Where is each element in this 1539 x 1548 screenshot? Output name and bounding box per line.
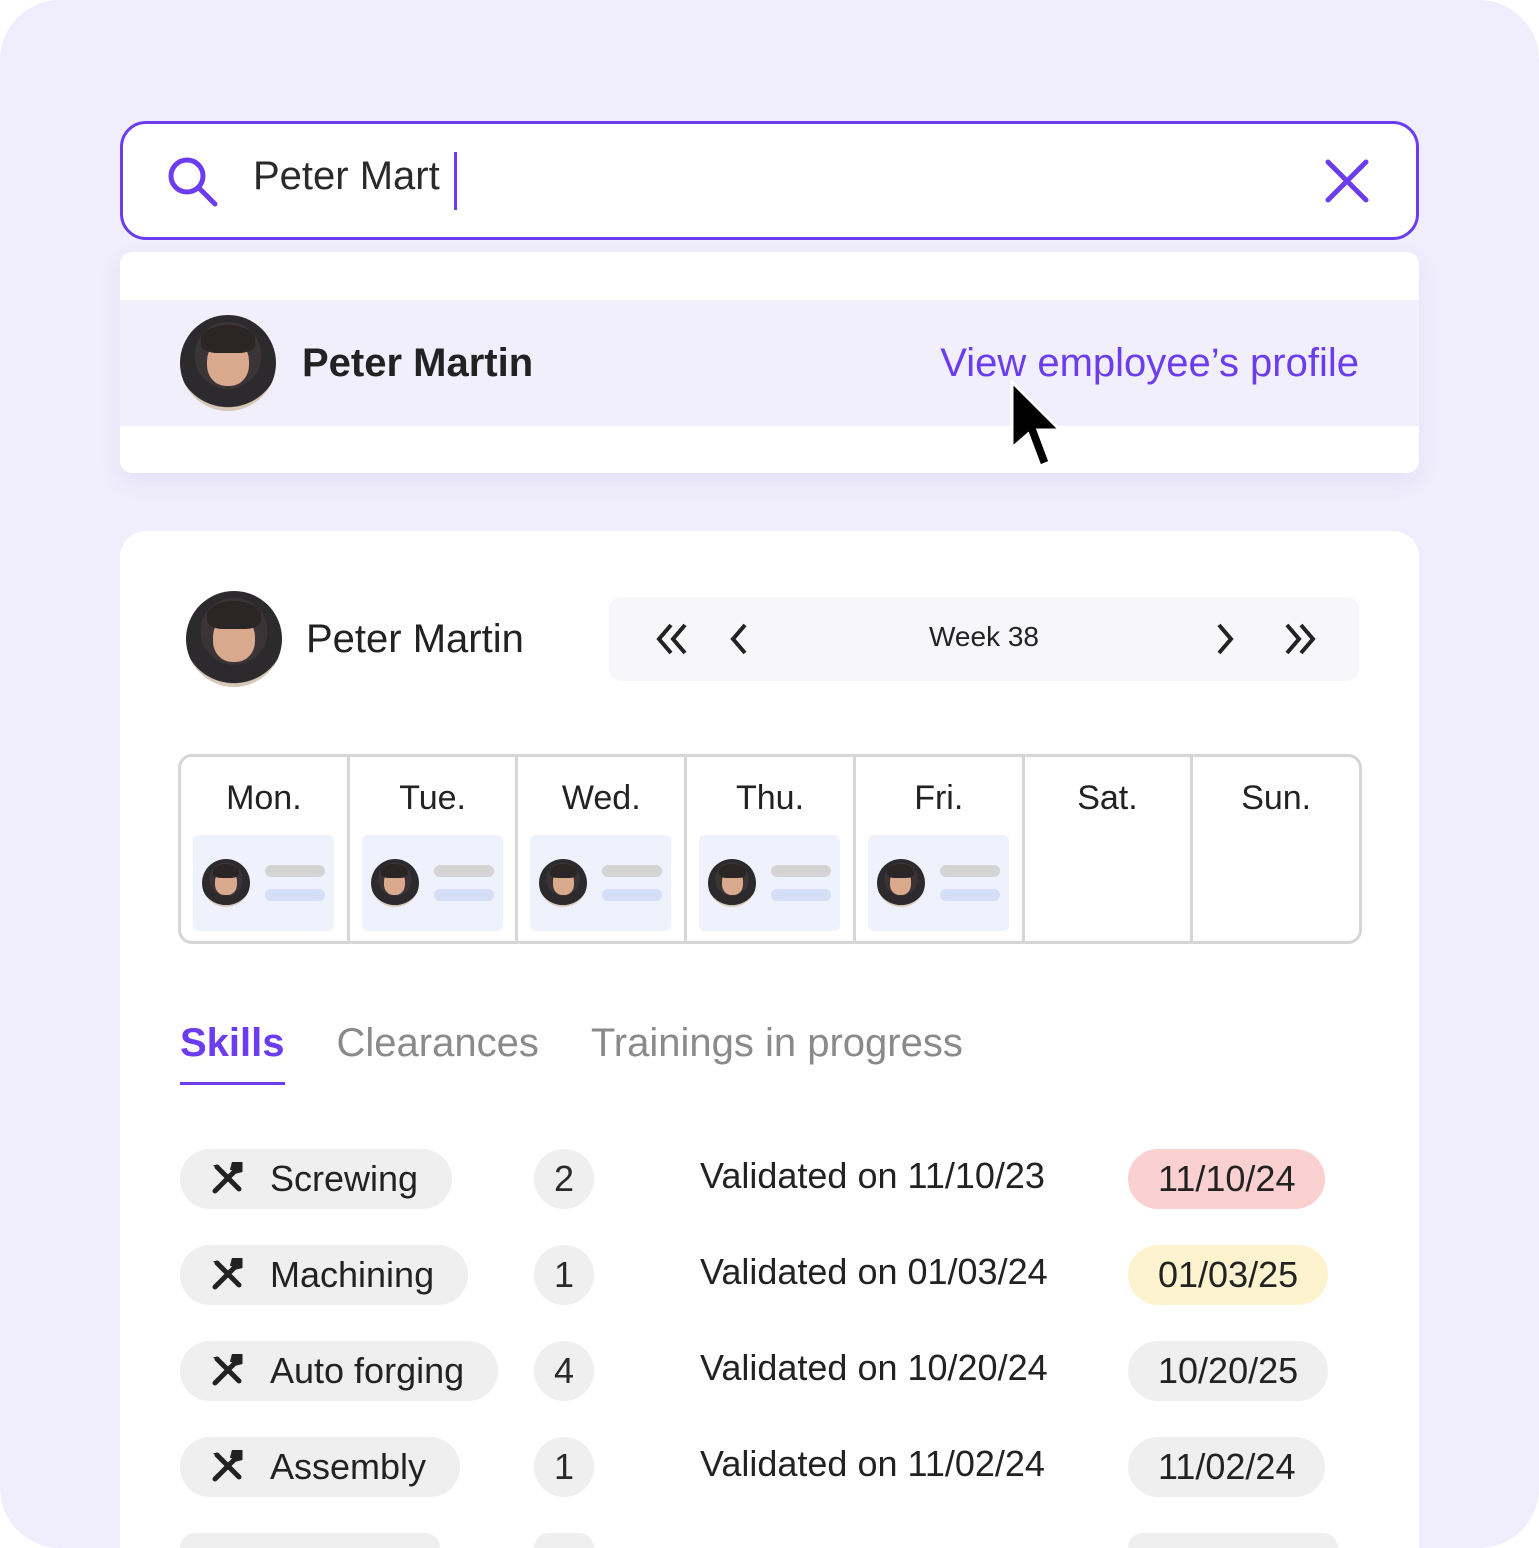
week-calendar: Mon. Tue. Wed. Thu. Fri. Sat. Sun. [178, 754, 1362, 944]
avatar [186, 591, 282, 687]
placeholder-line [265, 865, 325, 877]
chevrons-right-icon[interactable] [1283, 619, 1319, 659]
skill-chip[interactable]: Screwing [180, 1149, 453, 1209]
day-label: Fri. [914, 779, 964, 817]
validation-date: Validated on 11/02/24 [700, 1443, 1045, 1484]
avatar [180, 315, 276, 411]
search-input[interactable] [253, 154, 1153, 199]
tab-bar: Skills Clearances Trainings in progress [180, 1021, 963, 1085]
day-label: Wed. [561, 779, 641, 817]
day-column[interactable]: Sun. [1193, 757, 1359, 941]
day-label: Tue. [399, 779, 466, 817]
close-icon[interactable] [1324, 158, 1370, 204]
validation-date: Validated on 11/10/23 [700, 1155, 1045, 1196]
skill-level [534, 1533, 594, 1548]
shift-block[interactable] [867, 835, 1009, 931]
avatar [876, 859, 925, 907]
week-navigator: Week 38 [609, 597, 1359, 681]
validation-date: Validated on 10/20/24 [700, 1347, 1048, 1388]
shift-block[interactable] [530, 835, 672, 931]
search-bar[interactable] [120, 121, 1419, 240]
placeholder-line [939, 889, 1000, 901]
day-label: Thu. [735, 779, 805, 817]
skill-chip[interactable]: Auto forging [180, 1341, 499, 1401]
day-column[interactable]: Mon. [181, 757, 350, 941]
skill-name: Machining [270, 1254, 435, 1295]
result-name: Peter Martin [302, 340, 534, 385]
expiry-badge: 11/02/24 [1128, 1437, 1326, 1497]
day-column[interactable]: Sat. [1025, 757, 1194, 941]
avatar [202, 859, 250, 907]
skill-chip[interactable]: Machining [180, 1245, 469, 1305]
shift-block[interactable] [361, 835, 503, 931]
app-frame: Peter Martin View employee’s profile Pet… [0, 0, 1539, 1548]
validation-date: Validated on 01/03/24 [700, 1251, 1048, 1292]
placeholder-line [771, 865, 832, 877]
avatar [370, 859, 419, 907]
tab-skills[interactable]: Skills [180, 1021, 285, 1085]
expiry-badge: 11/10/24 [1128, 1149, 1326, 1209]
search-icon [168, 157, 218, 207]
skill-name: Auto forging [270, 1350, 465, 1391]
skill-name: Assembly [270, 1446, 427, 1487]
day-label: Sat. [1077, 779, 1138, 817]
skill-level: 1 [534, 1437, 594, 1497]
tools-icon [212, 1354, 243, 1386]
view-profile-link[interactable]: View employee’s profile [940, 341, 1359, 386]
tools-icon [212, 1162, 243, 1194]
placeholder-line [602, 865, 663, 877]
week-label: Week 38 [929, 621, 1039, 652]
tools-icon [212, 1258, 243, 1290]
skill-name: Screwing [270, 1158, 419, 1199]
day-label: Sun. [1241, 779, 1312, 817]
skill-row: Screwing 2 Validated on 11/10/23 11/10/2… [180, 1149, 1380, 1209]
shift-block[interactable] [699, 835, 841, 931]
expiry-badge: 10/20/25 [1128, 1341, 1329, 1401]
employee-header: Peter Martin [186, 591, 524, 687]
shift-block[interactable] [193, 835, 334, 931]
expiry-badge [1128, 1533, 1338, 1548]
skill-chip[interactable]: Assembly [180, 1437, 461, 1497]
placeholder-line [265, 889, 325, 901]
employee-card: Peter Martin Week 38 Mon. Tue. Wed. Thu. Fri… [120, 531, 1419, 1548]
search-results-dropdown: Peter Martin View employee’s profile [120, 252, 1419, 473]
tab-trainings-in-progress[interactable]: Trainings in progress [591, 1021, 963, 1085]
placeholder-line [433, 865, 494, 877]
tools-icon [212, 1450, 243, 1482]
skill-level: 4 [534, 1341, 594, 1401]
avatar [539, 859, 588, 907]
day-column[interactable]: Fri. [856, 757, 1025, 941]
expiry-badge: 01/03/25 [1128, 1245, 1329, 1305]
mouse-cursor-icon [1010, 380, 1064, 468]
skill-level: 1 [534, 1245, 594, 1305]
text-caret [454, 152, 457, 210]
employee-name: Peter Martin [306, 616, 524, 661]
placeholder-line [771, 889, 832, 901]
skill-row-partial [180, 1533, 1380, 1548]
day-column[interactable]: Tue. [350, 757, 519, 941]
search-result-item[interactable]: Peter Martin View employee’s profile [120, 300, 1419, 426]
placeholder-line [602, 889, 663, 901]
tab-clearances[interactable]: Clearances [337, 1021, 539, 1085]
avatar [708, 859, 757, 907]
placeholder-line [939, 865, 1000, 877]
skill-row: Machining 1 Validated on 01/03/24 01/03/… [180, 1245, 1380, 1305]
skill-chip [180, 1533, 440, 1548]
skill-row: Auto forging 4 Validated on 10/20/24 10/… [180, 1341, 1380, 1401]
chevron-right-icon[interactable] [1213, 619, 1237, 659]
day-label: Mon. [226, 779, 302, 817]
skill-level: 2 [534, 1149, 594, 1209]
placeholder-line [433, 889, 494, 901]
skill-row: Assembly 1 Validated on 11/02/24 11/02/2… [180, 1437, 1380, 1497]
day-column[interactable]: Thu. [687, 757, 856, 941]
day-column[interactable]: Wed. [518, 757, 688, 941]
